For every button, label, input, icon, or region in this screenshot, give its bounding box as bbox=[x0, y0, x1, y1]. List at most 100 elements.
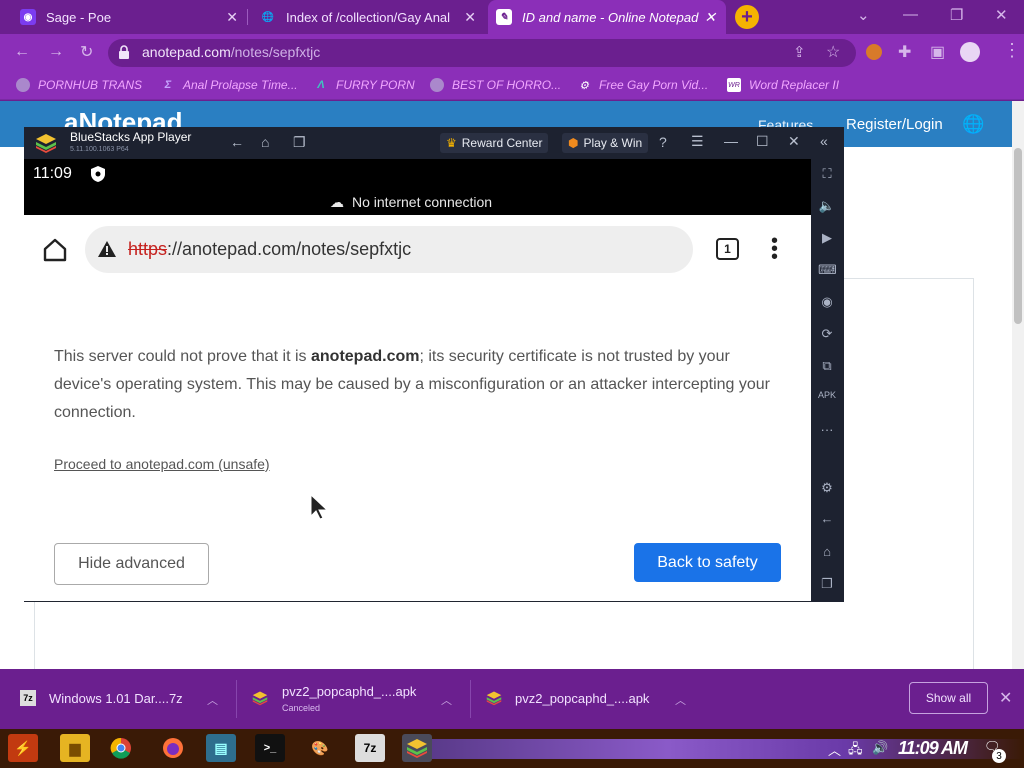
7zip-icon[interactable]: 7z bbox=[355, 734, 385, 762]
bookmark-star-icon[interactable]: ☆ bbox=[826, 42, 840, 62]
scrollbar-thumb[interactable] bbox=[1014, 148, 1022, 324]
home-icon[interactable]: ⌂ bbox=[818, 544, 836, 559]
help-icon[interactable]: ? bbox=[659, 134, 667, 150]
tray-chevron-icon[interactable]: ︿ bbox=[828, 740, 841, 759]
back-icon[interactable]: ← bbox=[818, 511, 836, 526]
word-replacer-icon: WR bbox=[727, 78, 741, 92]
back-to-safety-button[interactable]: Back to safety bbox=[634, 543, 781, 582]
minimize-icon[interactable]: — bbox=[724, 133, 738, 149]
chrome-menu-icon[interactable]: ⋮ bbox=[1003, 40, 1021, 61]
recent-apps-icon[interactable]: ❐ bbox=[293, 134, 306, 151]
hexagon-icon: ⬢ bbox=[568, 136, 579, 150]
screenshot-icon[interactable]: ⧉ bbox=[818, 358, 836, 374]
tab-search-icon[interactable]: ⌄ bbox=[857, 6, 870, 24]
settings-gear-icon[interactable]: ⚙ bbox=[818, 480, 836, 496]
bookmark-item[interactable]: PORNHUB TRANS bbox=[16, 78, 142, 92]
start-button-icon[interactable]: ⚡ bbox=[8, 734, 38, 762]
maximize-icon[interactable]: ☐ bbox=[756, 133, 769, 150]
restore-icon[interactable]: ❐ bbox=[950, 6, 963, 24]
bookmark-item[interactable]: Λ FURRY PORN bbox=[314, 78, 414, 92]
cloud-off-icon: ☁ bbox=[330, 194, 344, 210]
tab-online-notepad[interactable]: ✎ ID and name - Online Notepad ✕ bbox=[488, 0, 726, 34]
app-icon[interactable]: ▤ bbox=[206, 734, 236, 762]
bookmark-item[interactable]: BEST OF HORRO... bbox=[430, 78, 561, 92]
volume-icon[interactable]: 🔈 bbox=[818, 198, 836, 214]
download-status: Canceled bbox=[282, 703, 321, 713]
url-scheme: https bbox=[128, 239, 168, 259]
new-tab-button[interactable]: + bbox=[735, 5, 759, 29]
bookmark-item[interactable]: ⚙ Free Gay Porn Vid... bbox=[577, 78, 708, 92]
close-icon[interactable]: ✕ bbox=[704, 9, 716, 26]
warning-domain: anotepad.com bbox=[311, 348, 420, 365]
recent-apps-icon[interactable]: ❐ bbox=[818, 576, 836, 592]
bluestacks-taskbar-icon[interactable] bbox=[402, 734, 432, 762]
share-icon[interactable]: ⇪ bbox=[793, 43, 806, 61]
close-icon[interactable]: ✕ bbox=[226, 9, 238, 26]
collapse-sidebar-icon[interactable]: « bbox=[820, 133, 828, 149]
back-icon[interactable]: ← bbox=[14, 43, 30, 61]
download-item[interactable]: Windows 1.01 Dar....7z bbox=[49, 691, 183, 706]
chevron-up-icon[interactable]: ︿ bbox=[207, 692, 218, 708]
warning-icon[interactable] bbox=[98, 241, 116, 257]
show-all-downloads-button[interactable]: Show all bbox=[909, 682, 988, 714]
no-internet-banner: ☁ No internet connection bbox=[330, 194, 493, 210]
tab-switcher-button[interactable]: 1 bbox=[716, 238, 739, 260]
hamburger-menu-icon[interactable]: ☰ bbox=[691, 133, 704, 150]
file-explorer-icon[interactable]: ▆ bbox=[60, 734, 90, 762]
forward-icon[interactable]: → bbox=[48, 43, 64, 61]
tab-title: ID and name - Online Notepad bbox=[522, 9, 699, 25]
extension-avatar-icon[interactable] bbox=[866, 44, 882, 60]
overflow-menu-icon[interactable]: • • • bbox=[771, 231, 778, 267]
chrome-icon[interactable] bbox=[106, 734, 136, 762]
close-icon[interactable]: ✕ bbox=[788, 133, 800, 150]
lock-icon bbox=[119, 45, 129, 59]
proceed-unsafe-link[interactable]: Proceed to anotepad.com (unsafe) bbox=[54, 456, 270, 472]
minimize-icon[interactable]: — bbox=[903, 6, 918, 23]
play-and-win-button[interactable]: ⬢ Play & Win bbox=[562, 133, 649, 153]
home-icon[interactable]: ⌂ bbox=[261, 134, 269, 150]
reward-center-button[interactable]: ♛ Reward Center bbox=[440, 133, 549, 153]
bookmark-item[interactable]: Σ Anal Prolapse Time... bbox=[161, 78, 298, 92]
address-text: anotepad.com/notes/sepfxtjc bbox=[142, 44, 320, 60]
network-icon[interactable]: 🖧 bbox=[848, 740, 863, 762]
bookmark-item[interactable]: WR Word Replacer II bbox=[727, 78, 839, 92]
side-panel-icon[interactable]: ▣ bbox=[930, 42, 945, 62]
extensions-puzzle-icon[interactable]: ✚ bbox=[898, 42, 911, 62]
reload-icon[interactable]: ↻ bbox=[80, 42, 93, 62]
system-clock[interactable]: 11:09 AM bbox=[898, 738, 968, 759]
firefox-icon[interactable] bbox=[158, 734, 188, 762]
media-manager-icon[interactable]: ▶ bbox=[818, 230, 836, 246]
android-clock: 11:09 bbox=[33, 165, 72, 182]
more-icon[interactable]: ··· bbox=[818, 422, 836, 437]
close-downloads-icon[interactable]: ✕ bbox=[999, 688, 1012, 708]
chevron-up-icon[interactable]: ︿ bbox=[675, 692, 686, 708]
tab-index-collection[interactable]: 🌐 Index of /collection/Gay Anal ✕ bbox=[252, 0, 486, 34]
install-apk-icon[interactable]: APK bbox=[818, 390, 836, 400]
close-window-icon[interactable]: ✕ bbox=[995, 6, 1008, 24]
macro-icon[interactable]: ◉ bbox=[818, 294, 836, 310]
profile-avatar-icon[interactable] bbox=[960, 42, 980, 62]
globe-icon bbox=[430, 78, 444, 92]
paint-icon[interactable]: 🎨 bbox=[305, 734, 335, 762]
download-item[interactable]: pvz2_popcaphd_....apk bbox=[515, 691, 649, 706]
hide-advanced-button[interactable]: Hide advanced bbox=[54, 543, 209, 585]
speaker-icon[interactable]: 🔊 bbox=[872, 740, 888, 756]
tab-sage-poe[interactable]: ◉ Sage - Poe ✕ bbox=[12, 0, 248, 34]
terminal-icon[interactable]: >_ bbox=[255, 734, 285, 762]
home-icon[interactable] bbox=[42, 237, 68, 263]
url-rest: ://anotepad.com/notes/sepfxtjc bbox=[167, 239, 412, 259]
language-globe-icon[interactable]: 🌐 bbox=[962, 114, 984, 135]
fullscreen-icon[interactable]: ⛶ bbox=[818, 166, 836, 182]
back-icon[interactable]: ← bbox=[230, 134, 244, 150]
mouse-cursor-icon bbox=[310, 494, 329, 520]
bluestacks-apk-icon bbox=[486, 691, 502, 706]
nav-register-login[interactable]: Register/Login bbox=[846, 116, 943, 133]
certificate-warning-text: This server could not prove that it is a… bbox=[54, 348, 771, 421]
rotate-icon[interactable]: ⟳ bbox=[818, 326, 836, 342]
poe-icon: ◉ bbox=[20, 9, 36, 25]
download-item[interactable]: pvz2_popcaphd_....apk Canceled bbox=[282, 684, 416, 713]
chevron-up-icon[interactable]: ︿ bbox=[441, 692, 452, 708]
sigma-icon: Σ bbox=[164, 79, 172, 91]
close-icon[interactable]: ✕ bbox=[464, 9, 476, 26]
keyboard-icon[interactable]: ⌨ bbox=[818, 262, 837, 278]
